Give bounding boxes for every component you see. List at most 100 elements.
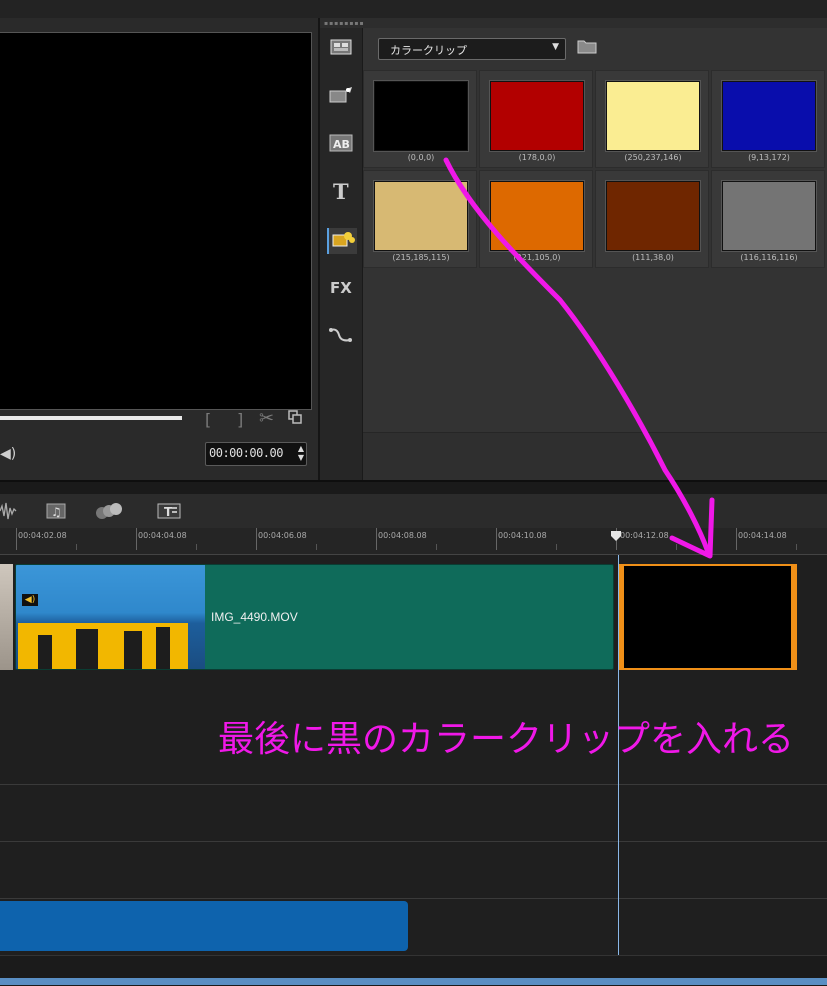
swatch-color-6	[606, 181, 700, 251]
preview-panel: [ ] ✂ ◀) 00:00:00.00 ▲ ▼	[0, 18, 320, 480]
ruler-minor-tick	[76, 544, 77, 550]
folder-icon[interactable]	[576, 37, 598, 55]
music-icon[interactable]: ♫	[44, 500, 70, 522]
scissors-icon[interactable]: ✂	[259, 408, 274, 429]
library-tool-rail: AB T FX	[320, 28, 363, 480]
scrub-bar[interactable]	[0, 416, 182, 420]
media-icon[interactable]	[327, 36, 355, 62]
motion-icon[interactable]	[94, 500, 124, 522]
clip-name: IMG_4490.MOV	[211, 610, 298, 624]
copy-icon[interactable]	[288, 410, 302, 424]
color-swatch[interactable]: (9,13,172)	[711, 70, 825, 168]
clip-thumbnail: ◀)	[16, 565, 205, 669]
speaker-icon: ◀)	[22, 594, 38, 606]
ruler-minor-tick	[316, 544, 317, 550]
title-track[interactable]	[0, 785, 827, 842]
previous-clip[interactable]	[0, 564, 13, 670]
swatch-color-1	[490, 81, 584, 151]
timecode-stepper-icon[interactable]: ▲ ▼	[298, 444, 304, 462]
swatch-label: (215,185,115)	[392, 253, 450, 262]
svg-text:AB: AB	[333, 138, 350, 151]
ruler-tick-label: 00:04:02.08	[18, 531, 67, 540]
library-content: カラークリップ ▼ (0,0,0) (178,0,0) (250,237,146…	[363, 28, 827, 481]
volume-icon[interactable]: ◀)	[0, 446, 16, 462]
thumbnail-lettering	[156, 627, 170, 669]
instant-project-icon[interactable]	[327, 84, 355, 110]
color-swatch[interactable]: (0,0,0)	[363, 70, 477, 168]
color-swatch[interactable]: (215,185,115)	[363, 170, 477, 268]
voice-track[interactable]	[0, 842, 827, 899]
mark-out-button[interactable]: ]	[237, 410, 243, 429]
svg-text:FX: FX	[330, 279, 352, 297]
audio-clip[interactable]	[0, 901, 408, 951]
audio-wave-icon[interactable]	[0, 500, 18, 522]
ruler-tick-label: 00:04:14.08	[738, 531, 787, 540]
timeline-ruler[interactable]: 00:04:02.08 00:04:04.08 00:04:06.08 00:0…	[0, 528, 827, 555]
ruler-tick	[736, 528, 737, 550]
timecode-text: 00:00:00.00	[209, 446, 283, 460]
video-track[interactable]: ◀) IMG_4490.MOV	[0, 555, 827, 674]
top-bar	[0, 0, 827, 19]
ruler-tick	[136, 528, 137, 550]
category-dropdown-label: カラークリップ	[390, 44, 467, 57]
video-clip[interactable]: ◀) IMG_4490.MOV	[15, 564, 614, 670]
timecode-field[interactable]: 00:00:00.00 ▲ ▼	[205, 442, 307, 466]
library-footer	[363, 432, 827, 481]
ruler-tick-label: 00:04:06.08	[258, 531, 307, 540]
swatch-label: (116,116,116)	[740, 253, 798, 262]
subtitle-icon[interactable]: T	[156, 500, 182, 522]
ruler-minor-tick	[796, 544, 797, 550]
mark-in-button[interactable]: [	[205, 410, 211, 429]
ruler-minor-tick	[556, 544, 557, 550]
clip-trim-handle-right[interactable]	[791, 566, 795, 668]
color-swatch[interactable]: (111,38,0)	[595, 170, 709, 268]
panel-grip[interactable]: ▪▪▪▪▪▪▪▪	[324, 20, 365, 27]
swatch-color-0	[374, 81, 468, 151]
color-swatch[interactable]: (178,0,0)	[479, 70, 593, 168]
ruler-tick-label: 00:04:04.08	[138, 531, 187, 540]
svg-text:T: T	[164, 505, 173, 519]
swatch-label: (9,13,172)	[748, 153, 790, 162]
color-swatch[interactable]: (250,237,146)	[595, 70, 709, 168]
ruler-minor-tick	[196, 544, 197, 550]
swatch-label: (221,105,0)	[513, 253, 561, 262]
taskbar	[0, 978, 827, 985]
path-icon[interactable]	[327, 324, 355, 350]
ruler-tick-label: 00:04:12.08	[620, 531, 669, 540]
graphics-icon[interactable]	[327, 228, 357, 254]
ruler-tick-label: 00:04:10.08	[498, 531, 547, 540]
thumbnail-lettering	[38, 635, 52, 669]
clip-trim-handle-left[interactable]	[620, 566, 624, 668]
svg-text:♫: ♫	[51, 505, 62, 519]
ruler-tick	[256, 528, 257, 550]
timeline-toolbar: ♫ T	[0, 494, 827, 528]
transition-icon[interactable]: AB	[327, 132, 355, 158]
swatch-color-7	[722, 181, 816, 251]
ruler-tick	[16, 528, 17, 550]
title-icon[interactable]: T	[327, 179, 355, 206]
swatch-label: (0,0,0)	[407, 153, 435, 162]
color-swatch[interactable]: (221,105,0)	[479, 170, 593, 268]
color-swatch[interactable]: (116,116,116)	[711, 170, 825, 268]
swatch-color-2	[606, 81, 700, 151]
ruler-minor-tick	[436, 544, 437, 550]
svg-text:T: T	[333, 180, 349, 202]
swatch-color-3	[722, 81, 816, 151]
thumbnail-lettering	[76, 629, 98, 669]
playhead-marker[interactable]	[611, 531, 621, 541]
swatch-label: (178,0,0)	[518, 153, 556, 162]
ruler-tick	[496, 528, 497, 550]
swatch-color-4	[374, 181, 468, 251]
ruler-minor-tick	[676, 544, 677, 550]
black-color-clip[interactable]	[618, 564, 797, 670]
ruler-tick-label: 00:04:08.08	[378, 531, 427, 540]
music-track[interactable]	[0, 899, 827, 956]
ruler-tick	[376, 528, 377, 550]
preview-screen	[0, 32, 312, 410]
swatch-color-5	[490, 181, 584, 251]
filter-icon[interactable]: FX	[327, 276, 355, 302]
swatch-label: (111,38,0)	[632, 253, 674, 262]
annotation-text: 最後に黒のカラークリップを入れる	[218, 719, 795, 760]
category-dropdown[interactable]: カラークリップ ▼	[378, 38, 566, 60]
library-panel: ▪▪▪▪▪▪▪▪ AB T FX カラークリップ ▼ (0,0,0) (178,…	[320, 18, 827, 481]
